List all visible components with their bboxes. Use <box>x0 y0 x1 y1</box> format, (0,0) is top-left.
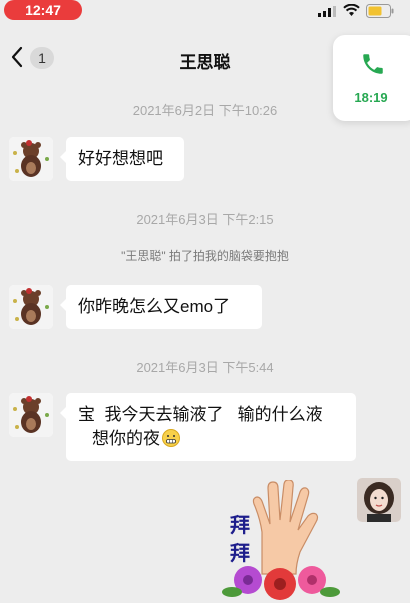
signal-icon <box>318 6 336 17</box>
message-timestamp: 2021年6月2日 下午10:26 <box>132 103 278 118</box>
avatar-girl-icon <box>357 478 401 522</box>
status-bar: 12:47 <box>0 0 410 22</box>
self-avatar[interactable] <box>357 478 401 522</box>
goodbye-hand-sticker[interactable]: 拜 拜 <box>210 480 350 603</box>
sticker-text-2: 拜 <box>230 541 250 565</box>
contact-avatar[interactable] <box>9 393 53 437</box>
phone-icon <box>363 54 383 74</box>
grimace-emoji-icon <box>162 429 180 447</box>
contact-avatar[interactable] <box>9 285 53 329</box>
message-bubble[interactable]: 你昨晚怎么又emo了 <box>60 285 262 329</box>
status-time: 12:47 <box>4 0 82 20</box>
contact-avatar[interactable] <box>9 137 53 181</box>
avatar-bear-icon <box>9 393 53 437</box>
sticker-text-1: 拜 <box>230 513 250 537</box>
wifi-icon <box>343 4 360 16</box>
battery-icon <box>366 4 394 18</box>
avatar-bear-icon <box>9 137 53 181</box>
avatar-bear-icon <box>9 285 53 329</box>
message-timestamp: 2021年6月3日 下午2:15 <box>136 212 274 227</box>
pat-system-note: "王思聪" 拍了拍我的脑袋要抱抱 <box>121 249 289 263</box>
message-timestamp: 2021年6月3日 下午5:44 <box>136 360 274 375</box>
message-bubble[interactable]: 宝 我今天去输液了 输的什么液 想你的夜 <box>60 393 356 461</box>
message-bubble[interactable]: 好好想想吧 <box>60 137 184 181</box>
